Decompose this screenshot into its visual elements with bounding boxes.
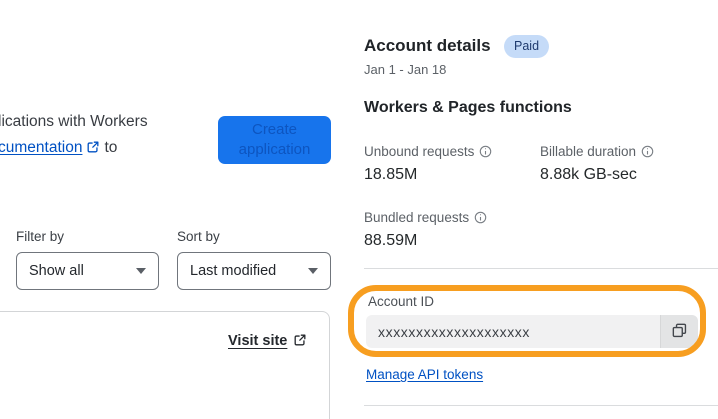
dashboard-screen: lications with Workers cumentation to Cre… bbox=[0, 0, 718, 419]
account-id-label: Account ID bbox=[368, 294, 435, 309]
sort-by-label: Sort by bbox=[177, 229, 220, 244]
intro-line-1: lications with Workers bbox=[0, 113, 148, 130]
visit-site-link[interactable]: Visit site bbox=[228, 333, 311, 351]
chevron-down-icon bbox=[308, 268, 318, 274]
manage-api-tokens-link[interactable]: Manage API tokens bbox=[366, 367, 483, 382]
external-link-icon bbox=[86, 137, 100, 163]
external-link-icon bbox=[293, 333, 307, 351]
sort-dropdown[interactable]: Last modified bbox=[177, 252, 331, 290]
intro-text: lications with Workers cumentation to bbox=[0, 109, 148, 163]
copy-icon bbox=[671, 322, 688, 342]
intro-after-link: to bbox=[104, 139, 118, 156]
info-icon[interactable] bbox=[641, 145, 654, 161]
chevron-down-icon bbox=[136, 268, 146, 274]
project-card bbox=[0, 311, 330, 419]
intro-line-2: cumentation to bbox=[0, 135, 148, 163]
bundled-requests-label: Bundled requests bbox=[364, 210, 487, 227]
unbound-requests-value: 18.85M bbox=[364, 166, 418, 183]
info-icon[interactable] bbox=[474, 211, 487, 227]
account-id-input[interactable] bbox=[366, 315, 660, 348]
filter-dropdown-value: Show all bbox=[29, 263, 84, 279]
section-title: Workers & Pages functions bbox=[364, 99, 572, 116]
copy-button[interactable] bbox=[660, 315, 698, 348]
billable-duration-label: Billable duration bbox=[540, 144, 654, 161]
paid-badge: Paid bbox=[504, 35, 550, 58]
sort-dropdown-value: Last modified bbox=[190, 263, 277, 279]
unbound-requests-label: Unbound requests bbox=[364, 144, 492, 161]
documentation-link[interactable]: cumentation bbox=[0, 139, 104, 156]
date-range: Jan 1 - Jan 18 bbox=[364, 62, 447, 77]
account-details-title: Account details bbox=[364, 36, 491, 55]
divider bbox=[364, 405, 718, 406]
bundled-requests-value: 88.59M bbox=[364, 232, 418, 249]
filter-dropdown[interactable]: Show all bbox=[16, 252, 159, 290]
account-id-field-group bbox=[366, 315, 698, 348]
billable-duration-value: 8.88k GB-sec bbox=[540, 166, 637, 183]
info-icon[interactable] bbox=[479, 145, 492, 161]
filter-by-label: Filter by bbox=[16, 229, 65, 244]
divider bbox=[364, 268, 718, 269]
create-application-button[interactable]: Create application bbox=[218, 116, 331, 164]
